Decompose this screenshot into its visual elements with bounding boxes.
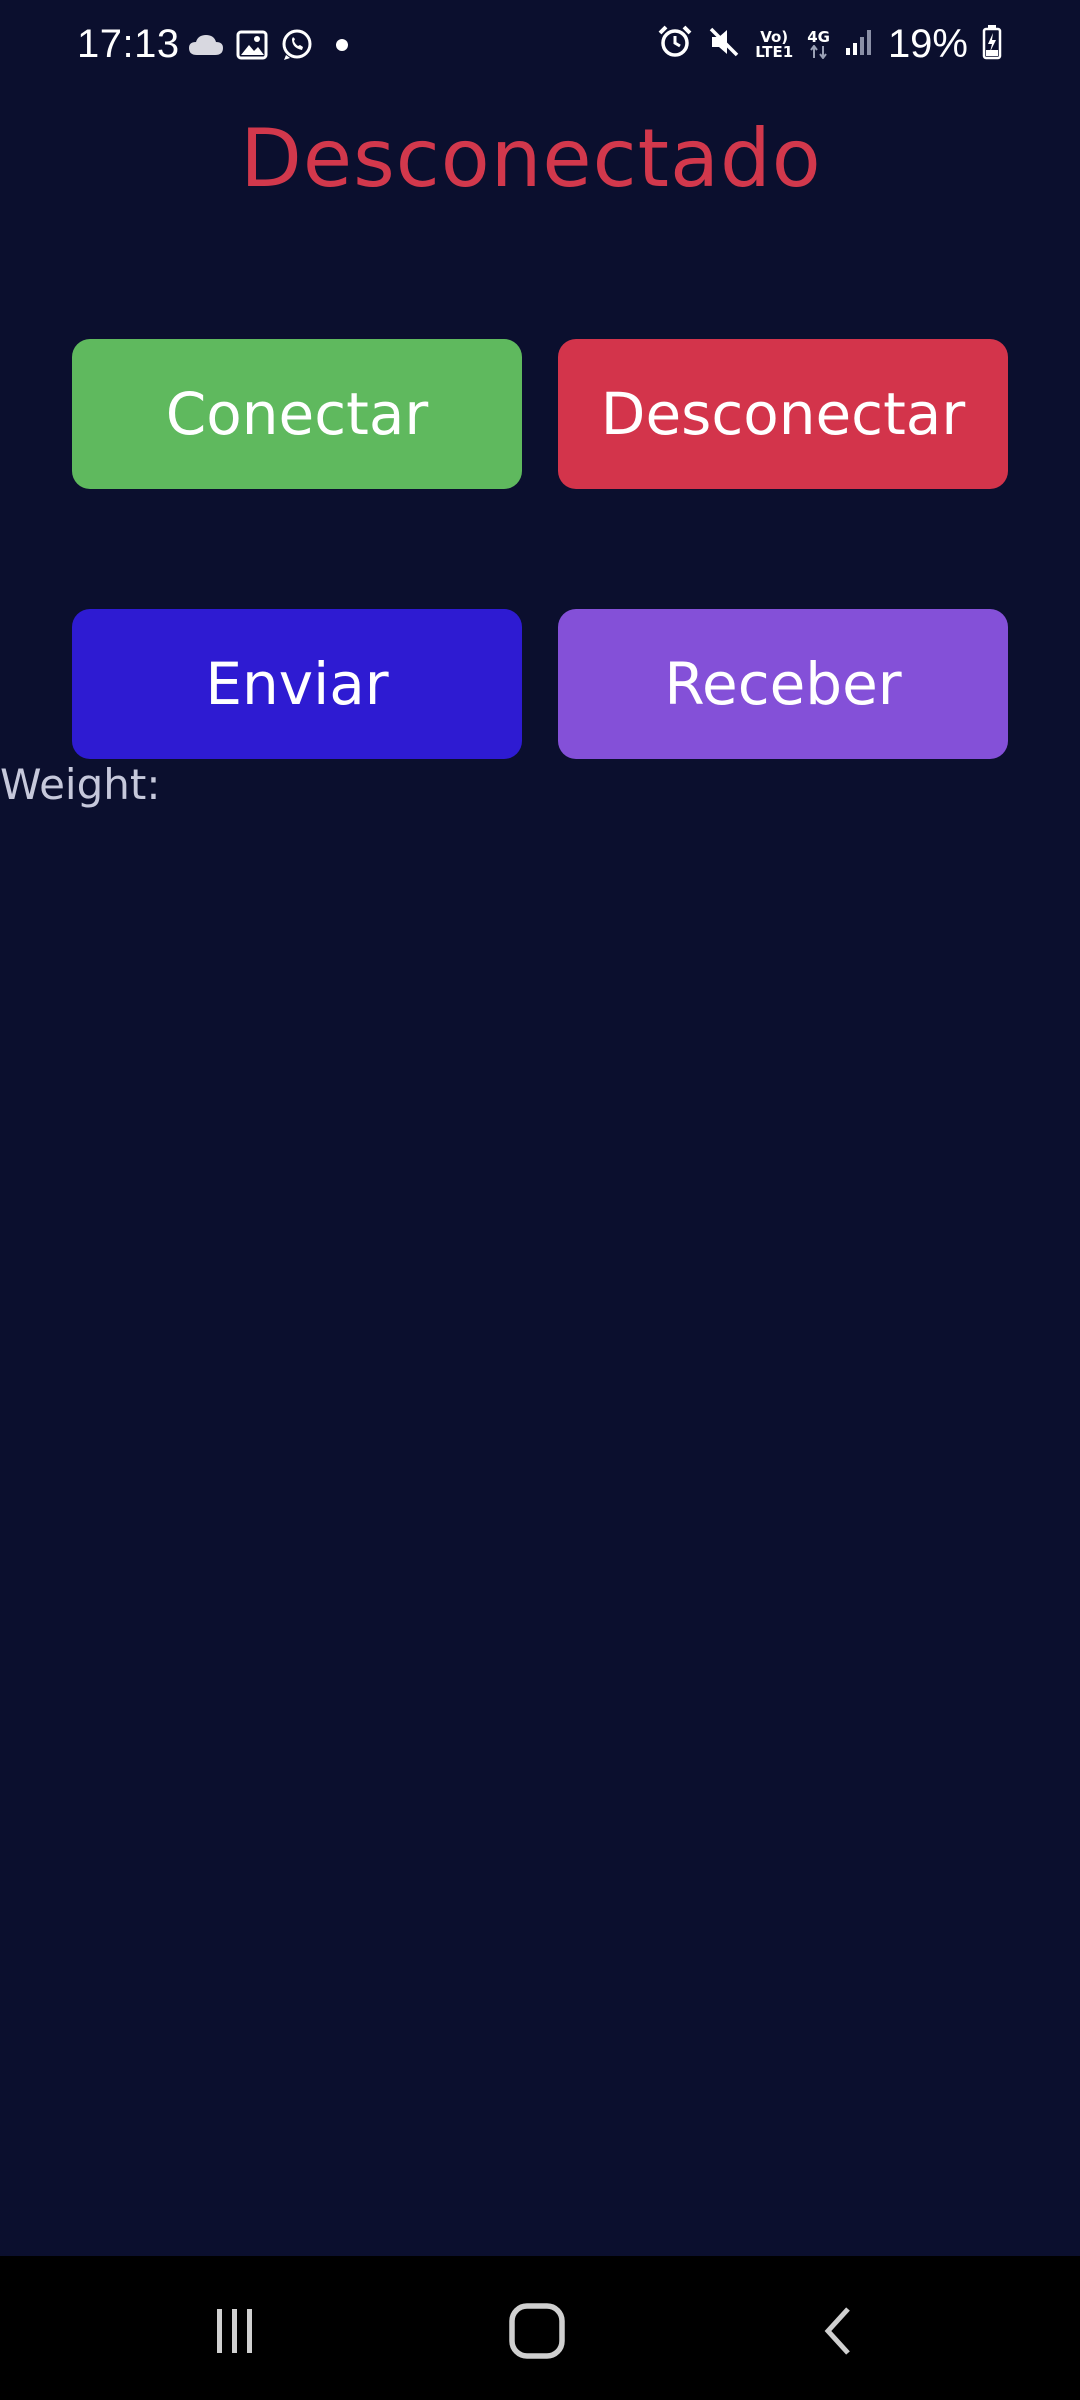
battery-charging-icon — [982, 24, 1002, 65]
connection-status-title: Desconectado — [240, 112, 822, 205]
back-icon[interactable] — [795, 2286, 885, 2376]
home-icon[interactable] — [492, 2286, 582, 2376]
status-time: 17:13 — [77, 22, 180, 66]
volte-icon: Vo) LTE1 — [755, 29, 794, 61]
send-button[interactable]: Enviar — [72, 609, 522, 759]
connect-button[interactable]: Conectar — [72, 339, 522, 489]
system-status-icons: Vo) LTE1 4G 19% — [657, 22, 1002, 67]
network-type-label: 4G — [807, 28, 830, 46]
4g-icon: 4G — [807, 30, 830, 59]
battery-percent: 19% — [887, 22, 968, 66]
disconnect-button[interactable]: Desconectar — [558, 339, 1008, 489]
alarm-icon — [657, 24, 693, 65]
signal-icon — [844, 27, 874, 62]
lte-label: LTE1 — [755, 42, 794, 61]
notification-icons — [188, 28, 356, 67]
image-icon — [236, 30, 268, 65]
dot-icon — [326, 35, 356, 60]
whatsapp-icon — [280, 28, 314, 67]
recent-apps-icon[interactable] — [190, 2286, 280, 2376]
receive-button[interactable]: Receber — [558, 609, 1008, 759]
mute-icon — [707, 25, 741, 64]
cloud-icon — [188, 33, 224, 62]
navigation-bar — [0, 2256, 1080, 2400]
weight-label: Weight: — [0, 760, 161, 809]
status-bar: 17:13 Vo) LTE1 4G 19% — [0, 0, 1080, 96]
